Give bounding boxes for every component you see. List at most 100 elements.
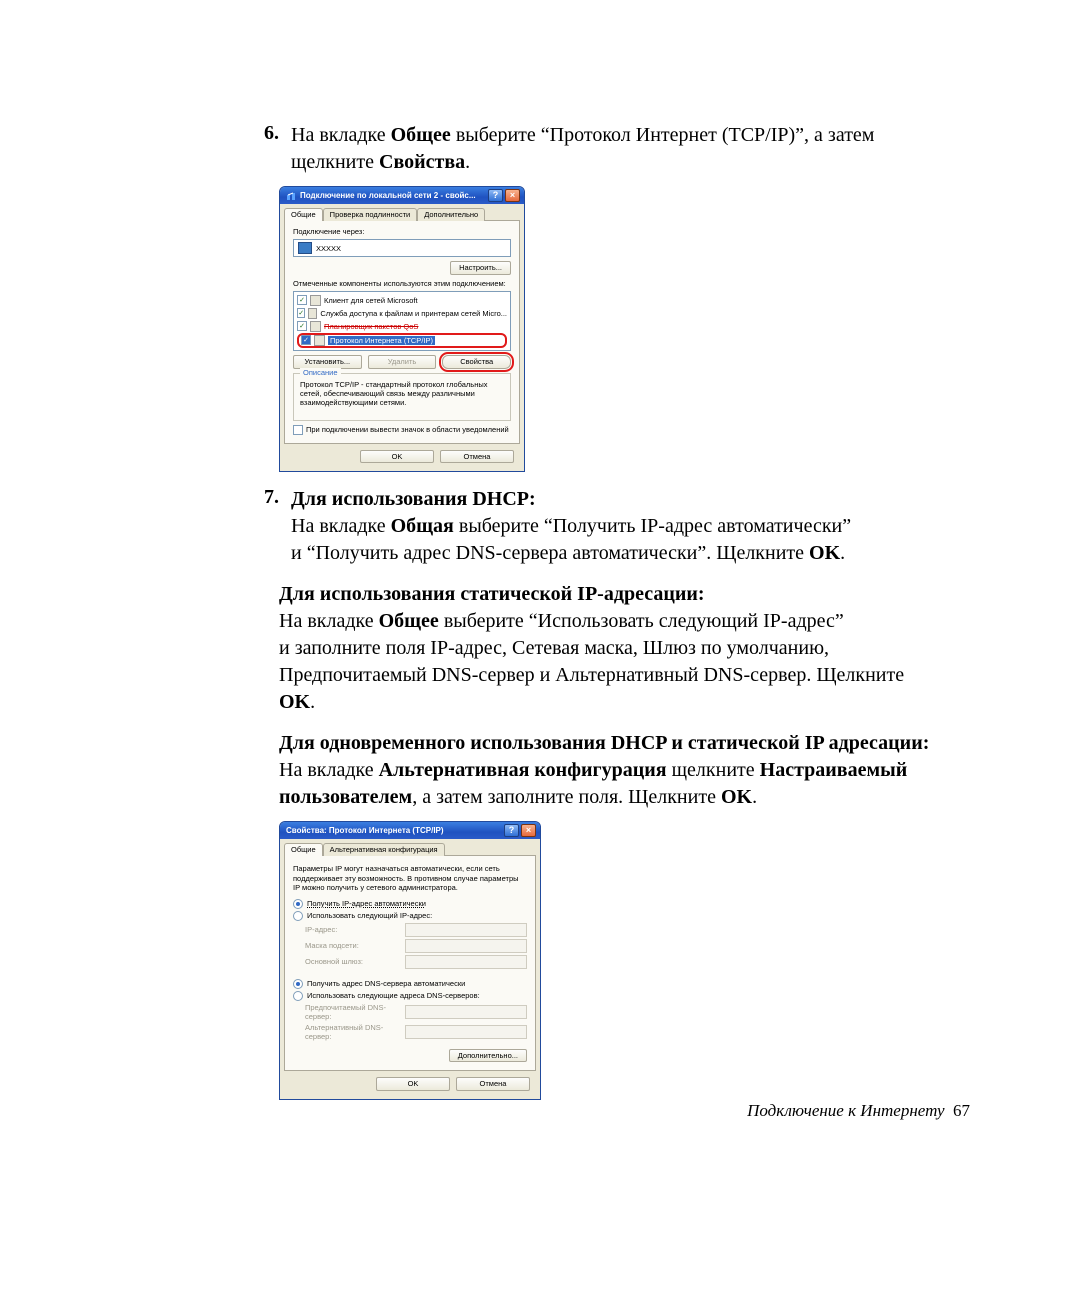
remove-button[interactable]: Удалить [368,355,437,369]
description-text: Протокол TCP/IP - стандартный протокол г… [300,380,504,408]
checkbox-icon[interactable]: ✓ [301,335,311,345]
ip-address-input[interactable] [405,923,527,937]
tcpip-properties-dialog: Свойства: Протокол Интернета (TCP/IP) ? … [279,821,541,1100]
text: выберите “Протокол Интернет (TCP/IP)”, а… [451,124,875,146]
page-number: 67 [953,1101,970,1120]
step-7-text: Для использования DHCP: На вкладке Общая… [291,486,970,567]
text: На вкладке [279,610,379,632]
text-bold: Альтернативная конфигурация [379,759,667,781]
heading-dhcp: Для использования DHCP: [291,488,536,510]
subnet-label: Маска подсети: [305,941,405,950]
close-button[interactable]: × [521,824,536,837]
text: Предпочитаемый DNS-сервер и Альтернативн… [279,664,904,686]
help-button[interactable]: ? [504,824,519,837]
description-legend: Описание [300,368,341,377]
cancel-button[interactable]: Отмена [440,450,514,464]
ok-button[interactable]: OK [360,450,434,464]
tab-auth[interactable]: Проверка подлинности [323,208,418,221]
component-label: Клиент для сетей Microsoft [324,296,418,305]
list-item-selected[interactable]: ✓ Протокол Интернета (TCP/IP) [297,333,507,348]
checkbox-icon[interactable] [293,425,303,435]
help-button[interactable]: ? [488,189,503,202]
radio-icon[interactable] [293,899,303,909]
advanced-button[interactable]: Дополнительно... [449,1049,527,1063]
dns2-input[interactable] [405,1025,527,1039]
text: , а затем заполните поля. Щелкните [412,786,721,808]
radio-icon[interactable] [293,991,303,1001]
component-icon [310,295,321,306]
subnet-input[interactable] [405,939,527,953]
description-group: Описание Протокол TCP/IP - стандартный п… [293,373,511,421]
text: щелкните [291,151,379,173]
gateway-input[interactable] [405,955,527,969]
install-button[interactable]: Установить... [293,355,362,369]
dialog-title: Подключение по локальной сети 2 - свойс.… [300,188,486,203]
component-label: Планировщик пакетов QoS [324,322,418,331]
radio-ip-auto[interactable]: Получить IP-адрес автоматически [293,899,527,909]
text-bold: Общая [391,515,454,537]
text-bold: Общее [391,124,451,146]
configure-button[interactable]: Настроить... [450,261,511,275]
gateway-row: Основной шлюз: [305,955,527,969]
list-item[interactable]: ✓ Клиент для сетей Microsoft [297,294,507,307]
text-bold: OK [721,786,752,808]
titlebar[interactable]: Свойства: Протокол Интернета (TCP/IP) ? … [280,822,540,839]
ip-address-label: IP-адрес: [305,925,405,934]
dns1-input[interactable] [405,1005,527,1019]
checkbox-icon[interactable]: ✓ [297,321,307,331]
step-7-number: 7. [245,486,291,509]
text: . [752,786,757,808]
subnet-row: Маска подсети: [305,939,527,953]
text: На вкладке [291,124,391,146]
checkbox-icon[interactable]: ✓ [297,308,305,318]
text-bold: Настраиваемый [760,759,908,781]
radio-ip-manual[interactable]: Использовать следующий IP-адрес: [293,911,527,921]
tab-advanced[interactable]: Дополнительно [417,208,485,221]
static-ip-paragraph: Для использования статической IP-адресац… [279,581,970,716]
close-button[interactable]: × [505,189,520,202]
titlebar[interactable]: Подключение по локальной сети 2 - свойс.… [280,187,524,204]
list-item[interactable]: ✓ Служба доступа к файлам и принтерам се… [297,307,507,320]
dns2-row: Альтернативный DNS-сервер: [305,1023,527,1041]
both-paragraph: Для одновременного использования DHCP и … [279,730,970,811]
text: выберите “Получить IP-адрес автоматическ… [454,515,851,537]
description-text: Параметры IP могут назначаться автоматич… [293,864,527,892]
radio-icon[interactable] [293,911,303,921]
properties-button[interactable]: Свойства [442,355,511,369]
dialog-title: Свойства: Протокол Интернета (TCP/IP) [286,823,502,838]
checkbox-icon[interactable]: ✓ [297,295,307,305]
cancel-button[interactable]: Отмена [456,1077,530,1091]
network-icon [286,191,296,201]
adapter-name: XXXXX [316,244,341,253]
component-icon [314,335,325,346]
radio-icon[interactable] [293,979,303,989]
component-label: Служба доступа к файлам и принтерам сете… [320,309,507,318]
text-bold: Общее [379,610,439,632]
list-item[interactable]: ✓ Планировщик пакетов QoS [297,320,507,333]
text: . [310,691,315,713]
show-icon-checkbox[interactable]: При подключении вывести значок в области… [293,425,511,435]
adapter-icon [298,242,312,254]
components-label: Отмеченные компоненты используются этим … [293,279,511,288]
text-bold: OK [279,691,310,713]
footer-text: Подключение к Интернету [747,1101,944,1120]
dns1-row: Предпочитаемый DNS-сервер: [305,1003,527,1021]
component-icon [310,321,321,332]
gateway-label: Основной шлюз: [305,957,405,966]
step-6-number: 6. [245,122,291,145]
adapter-field: XXXXX [293,239,511,257]
tab-general[interactable]: Общие [284,843,323,856]
ip-address-row: IP-адрес: [305,923,527,937]
text-bold: OK [809,542,840,564]
text-bold: пользователем [279,786,412,808]
text: . [840,542,845,564]
ok-button[interactable]: OK [376,1077,450,1091]
radio-dns-manual[interactable]: Использовать следующие адреса DNS-сервер… [293,991,527,1001]
tab-general[interactable]: Общие [284,208,323,221]
components-listbox[interactable]: ✓ Клиент для сетей Microsoft ✓ Служба до… [293,291,511,351]
tab-altconfig[interactable]: Альтернативная конфигурация [323,843,445,856]
radio-dns-auto[interactable]: Получить адрес DNS-сервера автоматически [293,979,527,989]
text: . [465,151,470,173]
page-footer: Подключение к Интернету 67 [747,1101,970,1121]
connect-using-label: Подключение через: [293,227,511,236]
